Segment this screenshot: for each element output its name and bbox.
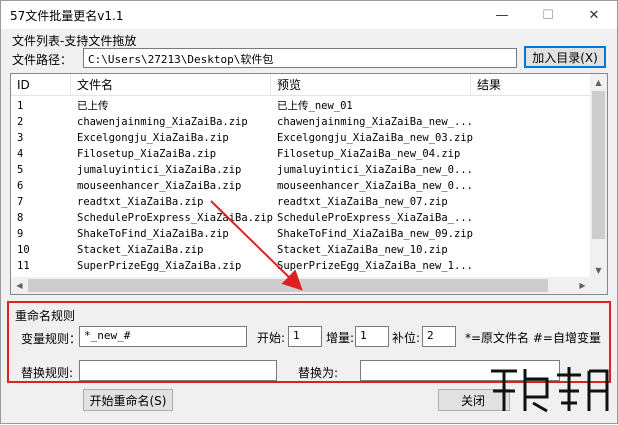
cell-result <box>477 210 587 226</box>
start-label: 开始: <box>257 331 286 345</box>
table-row[interactable]: 11 SuperPrizeEgg_XiaZaiBa.zip SuperPrizeEg… <box>11 258 591 274</box>
column-header-id[interactable]: ID <box>11 74 71 96</box>
cell-preview: Filosetup_XiaZaiBa_new_04.zip <box>277 148 461 160</box>
cell-preview: Stacket_XiaZaiBa_new_10.zip <box>277 244 448 256</box>
main-window: 57文件批量更名v1.1 — ☐ ✕ 文件列表-支持文件拖放 文件路径： C:\… <box>0 0 618 424</box>
cell-result <box>477 178 587 194</box>
column-header-preview[interactable]: 预览 <box>271 74 471 96</box>
cell-result <box>477 258 587 274</box>
table-row[interactable]: 3 Excelgongju_XiaZaiBa.zip Excelgongju_Xia… <box>11 130 591 146</box>
scroll-left-icon[interactable]: ◀ <box>11 277 28 294</box>
cell-preview: readtxt_XiaZaiBa_new_07.zip <box>277 196 448 208</box>
table-row[interactable]: 2 chawenjainming_XiaZaiBa.zip chawenjainmi… <box>11 114 591 130</box>
scroll-corner <box>590 277 607 294</box>
cell-result <box>477 162 587 178</box>
variable-rule-input[interactable]: *_new_# <box>79 326 247 347</box>
cell-preview: jumaluyintici_XiaZaiBa_new_0... <box>277 164 473 176</box>
cell-name: SuperPrizeEgg_XiaZaiBa.zip <box>77 260 242 272</box>
cell-id: 5 <box>17 164 24 176</box>
cell-id: 3 <box>17 132 24 144</box>
pad-input[interactable]: 2 <box>422 326 456 347</box>
vertical-scroll-thumb[interactable] <box>592 91 605 239</box>
cell-name: Filosetup_XiaZaiBa.zip <box>77 148 217 160</box>
maximize-button[interactable]: ☐ <box>525 1 571 29</box>
cell-result <box>477 226 587 242</box>
cell-id: 4 <box>17 148 24 160</box>
increment-label: 增量: <box>326 331 355 345</box>
cell-id: 2 <box>17 116 24 128</box>
column-header-filename[interactable]: 文件名 <box>71 74 271 96</box>
rename-rules-title: 重命名规则 <box>15 309 76 323</box>
horizontal-scrollbar[interactable]: ◀ ▶ <box>11 277 591 294</box>
cell-id: 8 <box>17 212 24 224</box>
cell-preview: mouseenhancer_XiaZaiBa_new_0... <box>277 180 473 192</box>
cell-name: Stacket_XiaZaiBa.zip <box>77 244 204 256</box>
cell-result <box>477 146 587 162</box>
table-row[interactable]: 8 ScheduleProExpress_XiaZaiBa.zip Schedule… <box>11 210 591 226</box>
cell-preview: ScheduleProExpress_XiaZaiBa_... <box>277 212 473 224</box>
window-title: 57文件批量更名v1.1 <box>10 9 124 23</box>
pad-label: 补位: <box>392 331 421 345</box>
maximize-icon: ☐ <box>542 7 554 23</box>
cell-result <box>477 130 587 146</box>
cell-preview: SuperPrizeEgg_XiaZaiBa_new_1... <box>277 260 473 272</box>
table-row[interactable]: 9 ShakeToFind_XiaZaiBa.zip ShakeToFind_Xia… <box>11 226 591 242</box>
cell-result <box>477 114 587 130</box>
file-path-label: 文件路径： <box>12 53 73 67</box>
cell-name: 已上传 <box>77 100 109 112</box>
cell-preview: chawenjainming_XiaZaiBa_new_... <box>277 116 473 128</box>
scroll-right-icon[interactable]: ▶ <box>574 277 591 294</box>
cell-name: Excelgongju_XiaZaiBa.zip <box>77 132 229 144</box>
minimize-icon: — <box>495 7 509 23</box>
horizontal-scroll-thumb[interactable] <box>28 279 548 292</box>
cell-name: chawenjainming_XiaZaiBa.zip <box>77 116 248 128</box>
file-list[interactable]: ID 文件名 预览 结果 1 已上传 已上传_new_01 2 chawenjainmi… <box>10 73 608 295</box>
table-row[interactable]: 1 已上传 已上传_new_01 <box>11 98 591 114</box>
table-row[interactable]: 7 readtxt_XiaZaiBa.zip readtxt_XiaZaiBa_ne… <box>11 194 591 210</box>
start-rename-button[interactable]: 开始重命名(S) <box>83 389 173 411</box>
variable-hint: *=原文件名 #=自增变量 <box>465 331 601 345</box>
variable-rule-label: 变量规则： <box>21 332 82 346</box>
replace-rule-label: 替换规则: <box>21 366 74 380</box>
cell-name: readtxt_XiaZaiBa.zip <box>77 196 204 208</box>
increment-input[interactable]: 1 <box>355 326 389 347</box>
watermark-logo <box>491 367 609 413</box>
table-row[interactable]: 10 Stacket_XiaZaiBa.zip Stacket_XiaZaiBa_n… <box>11 242 591 258</box>
close-window-button[interactable]: ✕ <box>571 1 617 29</box>
title-bar: 57文件批量更名v1.1 — ☐ ✕ <box>1 1 617 29</box>
cell-preview: 已上传_new_01 <box>277 100 353 112</box>
cell-id: 11 <box>17 260 30 272</box>
minimize-button[interactable]: — <box>479 1 525 29</box>
cell-id: 10 <box>17 244 30 256</box>
table-row[interactable]: 5 jumaluyintici_XiaZaiBa.zip jumaluyintici… <box>11 162 591 178</box>
cell-name: jumaluyintici_XiaZaiBa.zip <box>77 164 242 176</box>
scroll-up-icon[interactable]: ▲ <box>590 74 607 91</box>
cell-name: mouseenhancer_XiaZaiBa.zip <box>77 180 242 192</box>
cell-name: ScheduleProExpress_XiaZaiBa.zip <box>77 212 273 224</box>
cell-id: 9 <box>17 228 24 240</box>
list-header: ID 文件名 预览 结果 <box>11 74 591 96</box>
close-icon: ✕ <box>588 7 600 23</box>
cell-preview: Excelgongju_XiaZaiBa_new_03.zip <box>277 132 473 144</box>
cell-preview: ShakeToFind_XiaZaiBa_new_09.zip <box>277 228 473 240</box>
cell-id: 6 <box>17 180 24 192</box>
replace-rule-input[interactable] <box>79 360 277 381</box>
file-list-group-title: 文件列表-支持文件拖放 <box>12 34 137 48</box>
column-header-result[interactable]: 结果 <box>471 74 591 96</box>
table-row[interactable]: 4 Filosetup_XiaZaiBa.zip Filosetup_XiaZaiB… <box>11 146 591 162</box>
cell-result <box>477 98 587 114</box>
cell-id: 7 <box>17 196 24 208</box>
replace-to-label: 替换为: <box>298 366 339 380</box>
table-row[interactable]: 6 mouseenhancer_XiaZaiBa.zip mouseenhancer… <box>11 178 591 194</box>
file-path-input[interactable]: C:\Users\27213\Desktop\软件包 <box>83 48 517 68</box>
add-directory-button[interactable]: 加入目录(X) <box>524 46 606 68</box>
vertical-scrollbar[interactable]: ▲ ▼ <box>590 74 607 279</box>
cell-result <box>477 242 587 258</box>
cell-name: ShakeToFind_XiaZaiBa.zip <box>77 228 229 240</box>
start-input[interactable]: 1 <box>288 326 322 347</box>
cell-result <box>477 194 587 210</box>
cell-id: 1 <box>17 100 24 112</box>
